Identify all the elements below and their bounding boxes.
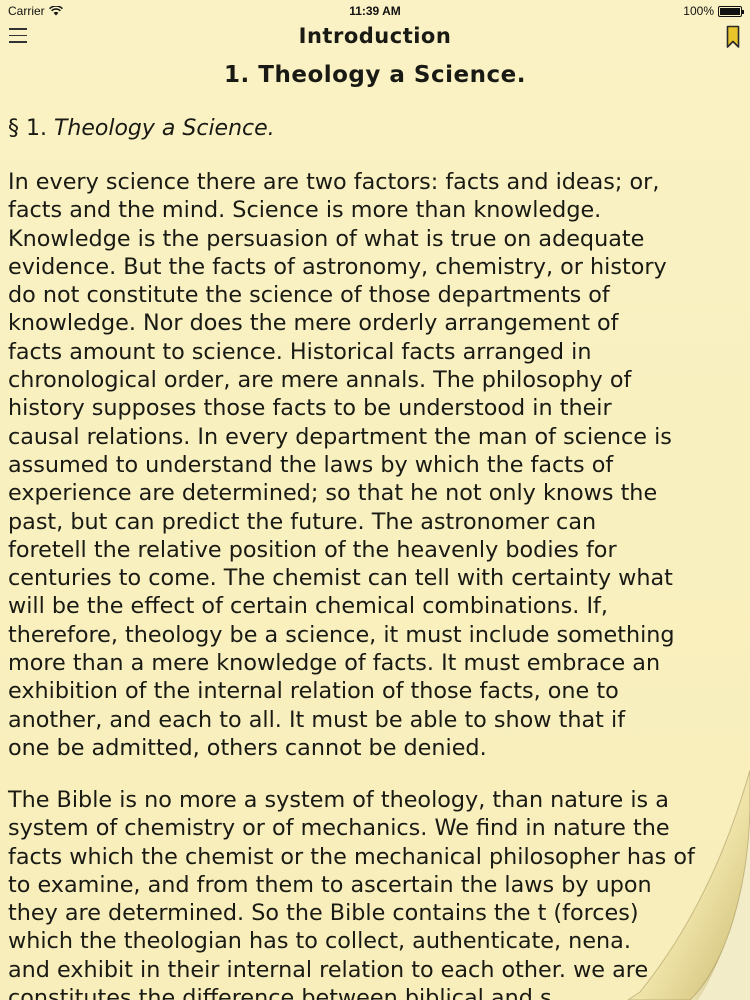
text-line: centuries to come. The chemist can tell … bbox=[8, 565, 673, 592]
text-line: past, but can predict the future. The as… bbox=[8, 508, 597, 535]
bookmark-icon[interactable] bbox=[726, 25, 740, 49]
text-line: Knowledge is the persuasion of what is t… bbox=[8, 225, 645, 252]
text-line: chronological order, are mere annals. Th… bbox=[8, 367, 632, 394]
section-heading: § 1. Theology a Science. bbox=[8, 116, 275, 141]
text-line: another, and each to all. It must be abl… bbox=[8, 706, 626, 733]
section-title: Theology a Science. bbox=[53, 116, 275, 141]
nav-bar: Introduction bbox=[0, 22, 750, 56]
text-line: history supposes those facts to be under… bbox=[8, 395, 612, 422]
text-line: knowledge. Nor does the mere orderly arr… bbox=[8, 310, 619, 337]
text-line: exhibition of the internal relation of t… bbox=[8, 678, 619, 705]
battery-icon bbox=[718, 5, 744, 17]
text-line: more than a mere knowledge of facts. It … bbox=[8, 650, 661, 677]
battery-indicator: 100% bbox=[683, 4, 744, 18]
reader-page: Carrier 11:39 AM 100% Introduction 1. Th… bbox=[0, 0, 750, 1000]
text-line: one be admitted, others cannot be denied… bbox=[8, 734, 487, 761]
text-line: therefore, theology be a science, it mus… bbox=[8, 621, 675, 648]
nav-title: Introduction bbox=[298, 24, 452, 48]
text-line: foretell the relative position of the he… bbox=[8, 536, 617, 563]
text-line: facts and the mind. Science is more than… bbox=[8, 197, 602, 224]
status-bar: Carrier 11:39 AM 100% bbox=[0, 0, 750, 22]
text-line: In every science there are two factors: … bbox=[8, 169, 660, 195]
section-number: § 1. bbox=[8, 116, 47, 141]
body-paragraph: In every science there are two factors: … bbox=[8, 168, 746, 762]
text-line: causal relations. In every department th… bbox=[8, 423, 672, 450]
battery-percent: 100% bbox=[683, 4, 714, 18]
text-line: facts amount to science. Historical fact… bbox=[8, 338, 592, 365]
page-curl[interactable] bbox=[580, 770, 750, 1000]
text-line: experience are determined; so that he no… bbox=[8, 480, 658, 507]
text-line: assumed to understand the laws by which … bbox=[8, 451, 614, 478]
text-line: evidence. But the facts of astronomy, ch… bbox=[8, 253, 667, 280]
text-line: do not constitute the science of those d… bbox=[8, 282, 610, 309]
chapter-title: 1. Theology a Science. bbox=[224, 62, 526, 88]
text-line: will be the effect of certain chemical c… bbox=[8, 593, 608, 620]
clock: 11:39 AM bbox=[349, 4, 401, 18]
